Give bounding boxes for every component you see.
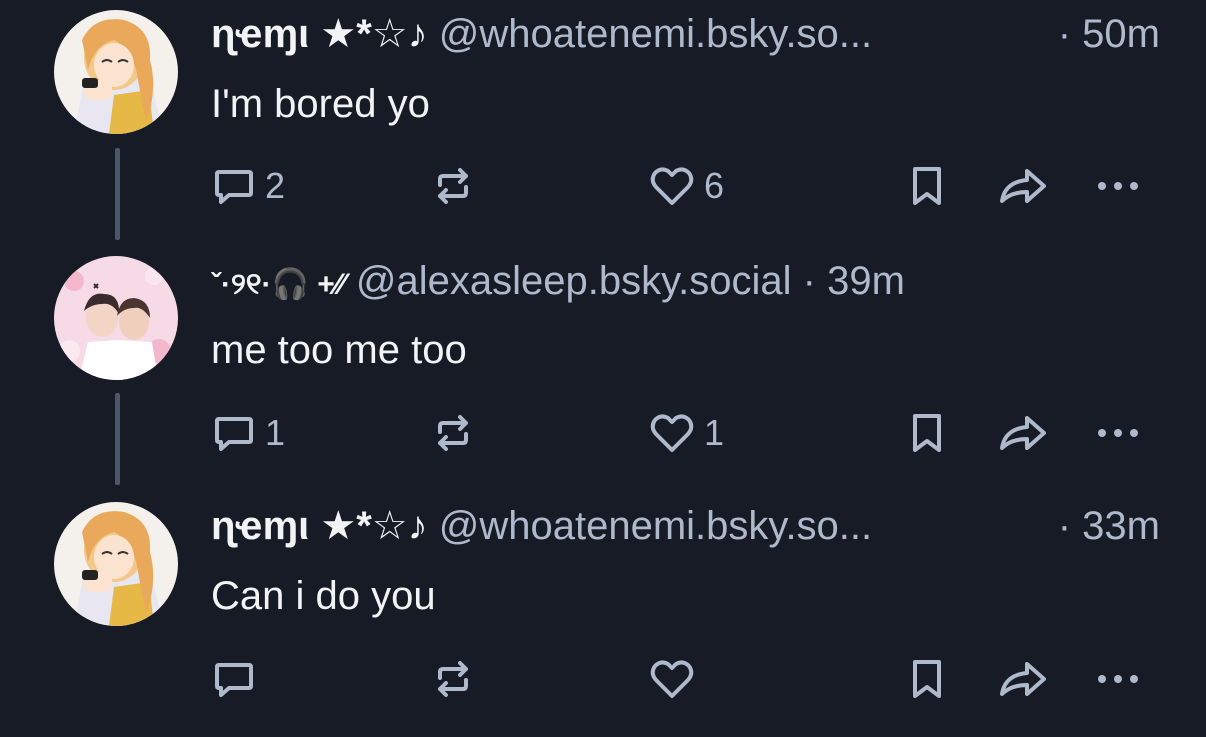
more-button[interactable] [1093, 408, 1143, 458]
repost-button[interactable] [430, 161, 484, 211]
post-header: ɳҽɱι ★*☆♪ @whoatenemi.bsky.so... · 33m [211, 500, 1160, 552]
anime-girl-avatar-icon [54, 10, 178, 134]
share-button[interactable] [997, 408, 1049, 458]
share-icon [1000, 169, 1046, 203]
display-name[interactable]: ˇ·୨୧·🎧 +⁄⁄ [211, 268, 345, 301]
reply-count: 1 [265, 412, 286, 453]
repost-button[interactable] [430, 408, 484, 458]
reply-count: 2 [265, 165, 286, 206]
post-text: me too me too [211, 328, 467, 372]
post-2[interactable]: ˇ·୨୧·🎧 +⁄⁄ @alexasleep.bsky.social · 39m… [0, 245, 1206, 490]
bookmark-icon [913, 167, 941, 205]
post-text: I'm bored yo [211, 82, 430, 126]
action-bar: 1 1 [0, 408, 1206, 458]
like-button[interactable]: 1 [648, 408, 724, 458]
like-button[interactable]: 6 [648, 161, 724, 211]
bookmark-icon [913, 660, 941, 698]
avatar[interactable] [54, 502, 178, 626]
repost-icon [438, 415, 468, 451]
avatar[interactable] [54, 256, 178, 380]
reply-button[interactable] [211, 654, 265, 704]
timestamp[interactable]: · 39m [803, 259, 905, 303]
share-button[interactable] [997, 654, 1049, 704]
reply-icon [215, 417, 253, 451]
like-count: 1 [704, 412, 725, 453]
avatar[interactable] [54, 10, 178, 134]
bookmark-icon [913, 414, 941, 452]
display-name[interactable]: ɳҽɱι ★*☆♪ [211, 504, 428, 548]
more-button[interactable] [1093, 161, 1143, 211]
pink-collage-avatar-icon [54, 256, 178, 380]
handle[interactable]: @alexasleep.bsky.social [356, 259, 792, 303]
repost-icon [438, 661, 468, 697]
action-bar: 2 6 [0, 161, 1206, 211]
bookmark-button[interactable] [906, 654, 948, 704]
reply-button[interactable]: 2 [211, 161, 285, 211]
reply-icon [215, 663, 253, 697]
post-header: ɳҽɱι ★*☆♪ @whoatenemi.bsky.so... · 50m [211, 8, 1160, 60]
repost-icon [438, 168, 468, 204]
more-icon [1098, 675, 1138, 683]
post-3[interactable]: ɳҽɱι ★*☆♪ @whoatenemi.bsky.so... · 33m C… [0, 490, 1206, 737]
share-icon [1000, 416, 1046, 450]
post-header: ˇ·୨୧·🎧 +⁄⁄ @alexasleep.bsky.social · 39m [211, 255, 1160, 307]
more-button[interactable] [1093, 654, 1143, 704]
more-icon [1098, 429, 1138, 437]
like-icon [650, 414, 694, 452]
repost-button[interactable] [430, 654, 484, 704]
reply-icon [215, 170, 253, 204]
like-icon [650, 660, 694, 698]
action-bar [0, 654, 1206, 704]
share-button[interactable] [997, 161, 1049, 211]
timestamp[interactable]: · 50m [1058, 8, 1160, 60]
share-icon [1000, 662, 1046, 696]
handle[interactable]: @whoatenemi.bsky.so... [439, 12, 872, 56]
post-1[interactable]: ɳҽɱι ★*☆♪ @whoatenemi.bsky.so... · 50m I… [0, 0, 1206, 245]
anime-girl-avatar-icon [54, 502, 178, 626]
like-button[interactable] [648, 654, 704, 704]
more-icon [1098, 182, 1138, 190]
display-name[interactable]: ɳҽɱι ★*☆♪ [211, 12, 428, 56]
like-icon [650, 167, 694, 205]
handle[interactable]: @whoatenemi.bsky.so... [439, 504, 872, 548]
timestamp[interactable]: · 33m [1058, 500, 1160, 552]
post-text: Can i do you [211, 574, 436, 618]
bookmark-button[interactable] [906, 161, 948, 211]
like-count: 6 [704, 165, 725, 206]
reply-button[interactable]: 1 [211, 408, 285, 458]
bookmark-button[interactable] [906, 408, 948, 458]
